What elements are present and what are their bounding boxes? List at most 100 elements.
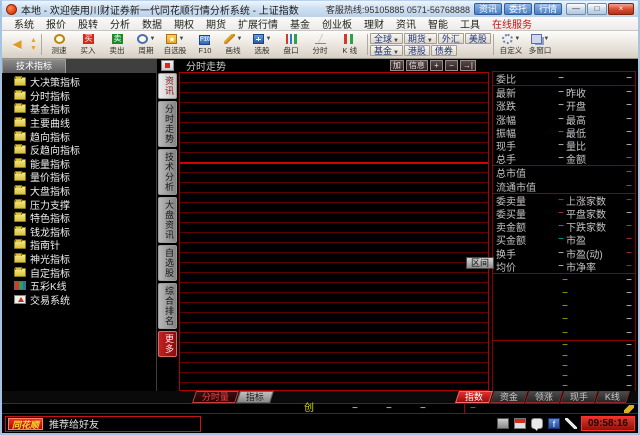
promo-link[interactable]: 推荐给好友: [49, 416, 99, 431]
menu-item[interactable]: 理财: [358, 16, 390, 31]
view-tab[interactable]: 综合排名: [158, 283, 177, 329]
chart-header-button[interactable]: 加: [390, 60, 404, 71]
tree-item[interactable]: 分时指标: [14, 89, 156, 103]
tool-icon: [224, 34, 235, 44]
chart-bottom-tab[interactable]: 指标: [236, 391, 274, 403]
menu-item[interactable]: 工具: [454, 16, 486, 31]
market-button[interactable]: 全球▼: [370, 33, 403, 44]
tree-item[interactable]: 自定指标: [14, 265, 156, 279]
view-tab[interactable]: 大盘资讯: [158, 197, 177, 243]
order-value: −: [602, 301, 632, 312]
tree-item[interactable]: 特色指标: [14, 211, 156, 225]
tree-item[interactable]: 反趋向指标: [14, 143, 156, 157]
market-button[interactable]: 外汇▼: [438, 33, 464, 44]
news-icon[interactable]: [161, 60, 174, 71]
pen-icon[interactable]: [565, 418, 577, 429]
toolbar-tool-button[interactable]: ▼ 自定义: [498, 33, 525, 56]
menu-item[interactable]: 智能: [422, 16, 454, 31]
maximize-button[interactable]: □: [587, 3, 607, 15]
titlebar-quick-button[interactable]: 行情: [534, 3, 562, 15]
calendar-icon[interactable]: [514, 418, 526, 429]
view-tab[interactable]: 资讯: [158, 73, 177, 99]
chart-header: 分时走势 加信息+−→|: [178, 59, 490, 72]
titlebar-quick-button[interactable]: 资讯: [474, 3, 502, 15]
toolbar-tool-button[interactable]: 买▼ 买入: [75, 33, 102, 56]
menu-item[interactable]: 股转: [72, 16, 104, 31]
chart-bottom-tab[interactable]: 分时量: [192, 391, 239, 403]
tree-item[interactable]: 压力支撑: [14, 197, 156, 211]
quote-row: 总市值 −: [493, 166, 635, 179]
view-tab[interactable]: 自选股: [158, 245, 177, 281]
tree-item[interactable]: 量价指标: [14, 170, 156, 184]
toolbar-tool-button[interactable]: ▼ 多窗口: [527, 33, 554, 56]
market-button[interactable]: 美股▼: [465, 33, 491, 44]
tree-item[interactable]: 基金指标: [14, 102, 156, 116]
down-icon[interactable]: ▼: [30, 45, 37, 53]
tree-item[interactable]: 大盘指标: [14, 184, 156, 198]
tree-item[interactable]: 大决策指标: [14, 75, 156, 89]
menu-item[interactable]: 分析: [104, 16, 136, 31]
close-button[interactable]: ×: [608, 3, 634, 15]
market-button[interactable]: 债券▼: [431, 45, 457, 56]
order-section-a: − − − − − − − −: [492, 273, 636, 340]
menu-item[interactable]: 期权: [168, 16, 200, 31]
toolbar-tool-button[interactable]: ▼ 测速: [46, 33, 73, 56]
tree-item[interactable]: 能量指标: [14, 157, 156, 171]
up-icon[interactable]: ▲: [30, 37, 37, 45]
tab-technical-indicators[interactable]: 技术指标: [2, 59, 66, 73]
market-button[interactable]: 基金▼: [370, 45, 403, 56]
tree-item[interactable]: 主要曲线: [14, 116, 156, 130]
chart-header-button[interactable]: →|: [460, 60, 476, 71]
folder-icon: [14, 104, 26, 113]
toolbar-tool-button[interactable]: ▼ 选股: [249, 33, 276, 56]
chevron-down-icon: ▼: [427, 38, 433, 44]
market-button[interactable]: 期货▼: [404, 33, 437, 44]
minimize-button[interactable]: —: [566, 3, 586, 15]
tree-item[interactable]: 钱龙指标: [14, 225, 156, 239]
chat-icon[interactable]: [531, 418, 543, 429]
view-tab[interactable]: 分时走势: [158, 101, 177, 147]
quote-mini-tab[interactable]: 资金: [490, 391, 528, 403]
chart-header-button[interactable]: −: [445, 60, 458, 71]
printer-icon[interactable]: [497, 418, 509, 429]
toolbar-tool-button[interactable]: ★▼ 自选股: [162, 33, 189, 56]
tree-item[interactable]: 五彩K线: [14, 279, 156, 293]
menu-item[interactable]: 基金: [284, 16, 316, 31]
tree-item[interactable]: 趋向指标: [14, 129, 156, 143]
chart-header-button[interactable]: +: [430, 60, 443, 71]
menu-item[interactable]: 系统: [8, 16, 40, 31]
toolbar-tool-button[interactable]: 卖▼ 卖出: [104, 33, 131, 56]
menu-item[interactable]: 数据: [136, 16, 168, 31]
quote-mini-tab[interactable]: 现手: [560, 391, 598, 403]
quote-mini-tab[interactable]: 指数: [455, 391, 493, 403]
toolbar-tool-button[interactable]: ▼ 盘口: [278, 33, 305, 56]
range-button[interactable]: 区间: [466, 257, 494, 269]
menu-item[interactable]: 报价: [40, 16, 72, 31]
toolbar-tool-button[interactable]: F10▼ F10: [191, 34, 218, 55]
titlebar-quick-button[interactable]: 委托: [504, 3, 532, 15]
menu-item[interactable]: 期货: [200, 16, 232, 31]
view-tab[interactable]: 更多: [158, 331, 177, 357]
menu-item[interactable]: 创业板: [316, 16, 358, 31]
back-icon[interactable]: ◄: [6, 35, 28, 55]
toolbar-tool-button[interactable]: ▼ 分时: [307, 33, 334, 56]
toolbar-tool-button[interactable]: ▼ 画线: [220, 33, 247, 56]
market-button[interactable]: 港股▼: [404, 45, 430, 56]
chart-header-button[interactable]: 信息: [406, 60, 428, 71]
forum-icon[interactable]: f: [548, 418, 560, 429]
menu-item[interactable]: 资讯: [390, 16, 422, 31]
quote-mini-tab[interactable]: 领涨: [525, 391, 563, 403]
view-tab[interactable]: 技术分析: [158, 149, 177, 195]
quote-mini-tab[interactable]: K线: [595, 391, 630, 403]
tree-item[interactable]: 神光指标: [14, 252, 156, 266]
menu-item[interactable]: 在线服务: [486, 16, 538, 31]
menu-item[interactable]: 扩展行情: [232, 16, 284, 31]
folder-icon: [14, 145, 26, 154]
toolbar-tool-button[interactable]: ▼ K 线: [336, 33, 363, 56]
wrench-icon[interactable]: [624, 405, 634, 413]
tree-item[interactable]: 指南针: [14, 238, 156, 252]
toolbar-tool-button[interactable]: ▼ 周期: [133, 33, 160, 56]
intraday-chart[interactable]: 区间: [179, 72, 489, 391]
folder-icon: [14, 268, 26, 277]
tree-item[interactable]: 交易系统: [14, 293, 156, 307]
